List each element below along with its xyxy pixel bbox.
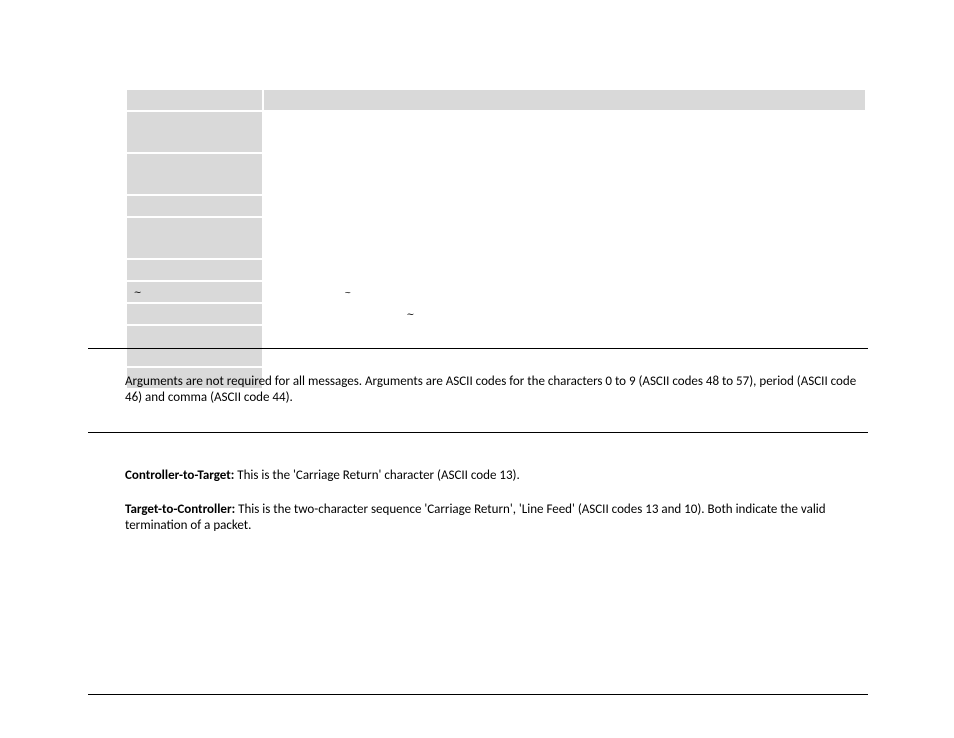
table-row [126, 89, 866, 111]
controller-to-target-text: This is the 'Carriage Return' character … [234, 468, 519, 483]
table-cell-label [126, 89, 263, 111]
table-cell-label: ~ [126, 281, 263, 303]
table-cell-desc [263, 325, 866, 367]
table-row: ~~ [126, 281, 866, 303]
section-rule-arguments [88, 348, 868, 349]
target-to-controller-label: Target-to-Controller: [125, 502, 235, 517]
table-cell-desc [263, 89, 866, 111]
table-row [126, 153, 866, 195]
table-cell-label [126, 325, 263, 367]
table-row [126, 259, 866, 281]
arguments-paragraph: Arguments are not required for all messa… [125, 374, 867, 407]
table-row: ~ [126, 303, 866, 325]
command-table: ~~~ [125, 88, 867, 390]
table-row [126, 217, 866, 259]
page: ~~~ Arguments are not required for all m… [0, 0, 954, 738]
table-cell-label [126, 259, 263, 281]
table-cell-desc [263, 217, 866, 259]
table-cell-label [126, 217, 263, 259]
table-cell-desc: ~ [263, 303, 866, 325]
section-rule-terminator [88, 432, 868, 433]
table-cell-desc [263, 259, 866, 281]
arguments-text: Arguments are not required for all messa… [125, 374, 856, 405]
table-cell-desc [263, 111, 866, 153]
table-cell-label [126, 195, 263, 217]
tilde-icon: ~ [127, 286, 142, 299]
table-cell-desc: ~ [263, 281, 866, 303]
section-rule-bottom [88, 694, 868, 695]
table-cell-label [126, 111, 263, 153]
table-cell-label [126, 303, 263, 325]
tilde-icon: ~ [264, 287, 352, 298]
table-cell-desc [263, 195, 866, 217]
tilde-icon: ~ [264, 308, 415, 321]
table-cell-label [126, 153, 263, 195]
controller-to-target-label: Controller-to-Target: [125, 468, 234, 483]
table-row [126, 325, 866, 367]
table-cell-desc [263, 153, 866, 195]
command-table-wrap: ~~~ [125, 88, 867, 390]
terminator-paragraph-2: Target-to-Controller: This is the two-ch… [125, 502, 867, 535]
table-row [126, 111, 866, 153]
table-row [126, 195, 866, 217]
terminator-paragraph-1: Controller-to-Target: This is the 'Carri… [125, 468, 867, 484]
